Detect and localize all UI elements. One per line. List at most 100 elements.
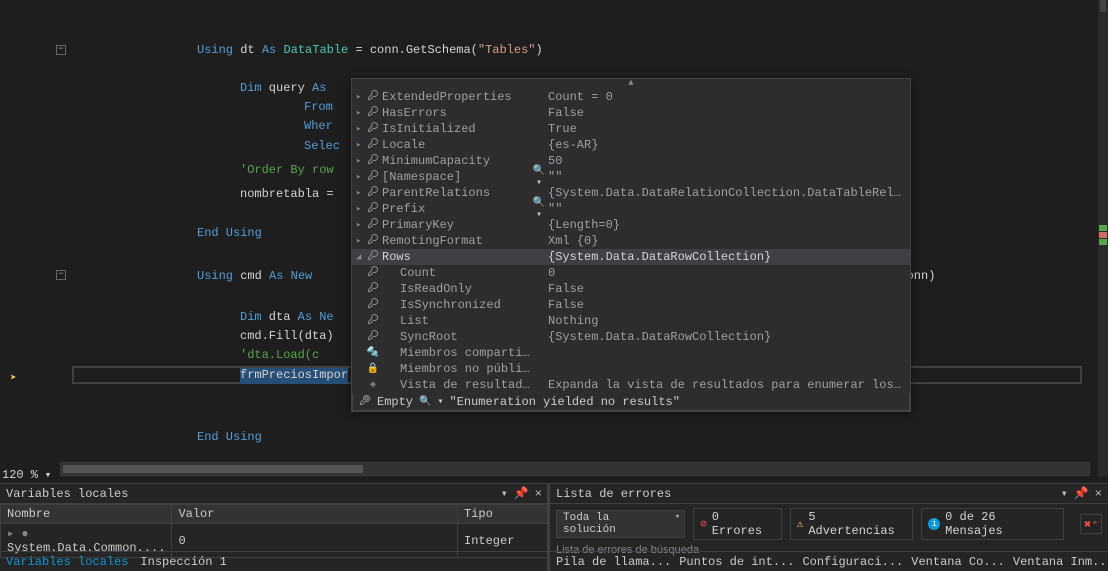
scope-combo[interactable]: Toda la solución [556,510,685,538]
code-line[interactable]: Selec [304,139,340,153]
pin-icon[interactable]: 📌 [1074,484,1089,503]
wrench-icon [366,297,380,313]
datatip-row[interactable]: ▸RemotingFormatXml {0} [352,233,910,249]
wrench-icon [366,137,380,153]
horizontal-scrollbar[interactable] [60,462,1090,476]
property-value: 50 [548,154,906,168]
expand-icon[interactable]: ▸ [356,172,366,182]
datatip-row[interactable]: ▸[Namespace]🔍▾"" [352,169,910,185]
zoom-level[interactable]: 120 % ▾ [2,468,51,482]
code-line[interactable]: From [304,100,333,114]
private-icon: 🔒 [366,363,380,375]
datatip-row[interactable]: Count0 [352,265,910,281]
datatip-row[interactable]: ▸Prefix🔍▾"" [352,201,910,217]
datatip-row[interactable]: ▸ParentRelations{System.Data.DataRelatio… [352,185,910,201]
property-name: Count [380,266,530,280]
property-name: List [380,314,530,328]
datatip-row[interactable]: ▸HasErrorsFalse [352,105,910,121]
magnifier-icon[interactable]: 🔍 ▾ [419,396,443,408]
locals-table[interactable]: Nombre Valor Tipo ▸ ● System.Data.Common… [0,504,548,558]
col-name[interactable]: Nombre [1,505,172,524]
dropdown-icon[interactable]: ▾ [501,484,508,503]
datatip-row[interactable]: ◢Rows{System.Data.DataRowCollection} [352,249,910,265]
code-line[interactable]: Dim query As [240,81,326,95]
messages-pill[interactable]: i0 de 26 Mensajes [921,508,1064,540]
expand-icon[interactable]: ▸ [356,108,366,118]
property-value: {Length=0} [548,218,906,232]
datatip-row[interactable]: ListNothing [352,313,910,329]
pin-icon[interactable]: 📌 [514,484,529,503]
magnifier-icon[interactable]: 🔍▾ [530,165,548,189]
tab-locals[interactable]: Variables locales [6,555,128,569]
right-marker-bar[interactable] [1098,0,1108,477]
expand-icon[interactable]: ▸ [356,124,366,134]
tab-configuraci-[interactable]: Configuraci... [802,555,903,569]
wrench-icon [366,153,380,169]
magnifier-icon[interactable]: 🔍▾ [530,197,548,221]
property-name: IsReadOnly [380,282,530,296]
code-line[interactable]: End Using [197,430,262,444]
code-line[interactable]: nombretabla = [240,187,334,201]
property-value: "" [548,170,906,184]
datatip-row[interactable]: 🔩Miembros compartidos [352,345,910,361]
property-name: IsSynchronized [380,298,530,312]
datatip-row[interactable]: ▸Locale{es-AR} [352,137,910,153]
datatip-row[interactable]: 🔒Miembros no públicos [352,361,910,377]
expand-icon[interactable]: ▸ [356,220,366,230]
code-line[interactable]: frmPreciosImpor [240,368,348,382]
scroll-up-icon[interactable]: ▲ [352,79,910,89]
tab-watch[interactable]: Inspección 1 [140,555,226,569]
col-value[interactable]: Valor [172,505,458,524]
build-filter-button[interactable]: ✖⁺ [1080,514,1102,534]
fold-toggle[interactable]: − [56,45,66,55]
tab-pila-de-llama-[interactable]: Pila de llama... [556,555,671,569]
datatip-row[interactable]: ▸ExtendedPropertiesCount = 0 [352,89,910,105]
code-line[interactable]: Using cmd As New [197,269,319,283]
tab-ventana-co-[interactable]: Ventana Co... [911,555,1005,569]
expand-icon[interactable]: ▸ [356,156,366,166]
expand-icon[interactable]: ▸ [356,140,366,150]
datatip-row[interactable]: ▸IsInitializedTrue [352,121,910,137]
expand-icon[interactable]: ▸ [356,92,366,102]
expand-icon[interactable]: ▸ [356,236,366,246]
property-value: False [548,298,906,312]
expand-icon[interactable]: ▸ [356,188,366,198]
datatip-row[interactable]: ▸PrimaryKey{Length=0} [352,217,910,233]
property-value: False [548,282,906,296]
wrench-icon [366,217,380,233]
col-type[interactable]: Tipo [458,505,548,524]
close-icon[interactable]: × [1095,484,1102,503]
locals-panel: Variables locales ▾ 📌 × Nombre Valor Tip… [0,483,548,571]
code-line[interactable]: cmd.Fill(dta) [240,329,334,343]
gutter [0,0,70,477]
datatip-row[interactable]: ▸MinimumCapacity50 [352,153,910,169]
expand-icon[interactable]: ◢ [356,252,366,262]
property-value: {es-AR} [548,138,906,152]
code-line[interactable]: Using dt As DataTable = conn.GetSchema("… [197,43,543,57]
results-icon: ◈ [366,379,380,391]
empty-message: "Enumeration yielded no results" [450,395,680,409]
datatip-empty-row: Empty 🔍 ▾ "Enumeration yielded no result… [352,393,910,411]
property-name: Vista de resultados [380,378,530,392]
code-line[interactable]: 'dta.Load(c [240,348,319,362]
expand-icon[interactable]: ▸ [356,204,366,214]
warnings-pill[interactable]: ⚠5 Advertencias [790,508,914,540]
wrench-icon [359,394,371,410]
datatip-row[interactable]: SyncRoot{System.Data.DataRowCollection} [352,329,910,345]
dropdown-icon[interactable]: ▾ [1061,484,1068,503]
code-line[interactable]: 'Order By row [240,163,334,177]
tab-ventana-inm-[interactable]: Ventana Inm... [1013,555,1108,569]
errors-pill[interactable]: ⊘0 Errores [693,508,782,540]
code-line[interactable]: Wher [304,119,333,133]
debug-datatip[interactable]: ▲ ▸ExtendedPropertiesCount = 0▸HasErrors… [351,78,911,412]
close-icon[interactable]: × [535,484,542,503]
fold-toggle[interactable]: − [56,270,66,280]
datatip-row[interactable]: IsSynchronized False [352,297,910,313]
code-line[interactable]: Dim dta As Ne [240,310,334,324]
tab-puntos-de-int-[interactable]: Puntos de int... [679,555,794,569]
datatip-row[interactable]: IsReadOnly False [352,281,910,297]
code-line[interactable]: End Using [197,226,262,240]
datatip-row[interactable]: ◈Vista de resultadosExpanda la vista de … [352,377,910,393]
wrench-icon [366,105,380,121]
shared-icon: 🔩 [366,347,380,359]
